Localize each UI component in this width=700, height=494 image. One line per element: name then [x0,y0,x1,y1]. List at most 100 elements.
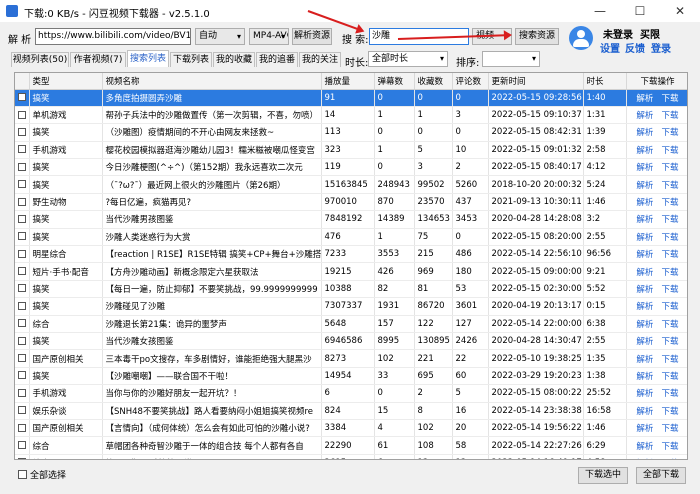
table-row[interactable]: 明星综合 【reaction | R1SE】R1SE特辑 搞笑+CP+舞台+沙雕搭… [15,245,687,264]
table-row[interactable]: 搞笑 当代沙雕男孩图鉴 7848192 14389 134653 3453 2020-04-… [15,210,687,229]
table-row[interactable]: 综合第153集 沙雕搞笑日常了2615613122022-05-14 16:49… [15,454,687,460]
download-link[interactable]: 下载 [662,250,679,260]
parse-link[interactable]: 解析 [636,215,653,225]
row-checkbox-cell[interactable] [15,297,30,316]
sort-select[interactable]: ▾ [482,51,540,67]
row-checkbox-cell[interactable] [15,436,30,455]
column-header-favorites[interactable]: 收藏数 [414,73,453,90]
download-link[interactable]: 下载 [662,320,679,330]
table-row[interactable]: 娱乐杂谈 【SNH48不要笑挑战】路人看要纳闷小姐姐搞笑视频re 824 15 8 16 2… [15,402,687,420]
table-row[interactable]: 野生动物 ?每日亿遍，疯猫再见? 970010 870 23570 437 2021-09-… [15,193,687,212]
row-checkbox[interactable] [18,110,26,119]
parse-link[interactable]: 解析 [636,355,653,365]
download-link[interactable]: 下载 [662,163,679,173]
parse-link[interactable]: 解析 [636,198,653,208]
table-row[interactable]: 搞笑 （沙雕图）疫情期间的不开心由网友来拯救~ 113 0 0 0 2022-05-15 0… [15,123,687,142]
parse-link[interactable]: 解析 [636,128,653,138]
row-checkbox[interactable] [18,180,26,189]
download-link[interactable]: 下载 [662,146,679,156]
parse-link[interactable]: 解析 [636,459,653,460]
search-resource-button[interactable]: 搜索资源 [515,28,559,45]
row-checkbox-cell[interactable] [15,262,30,281]
table-row[interactable]: 手机游戏 当你与你的沙雕好朋友一起开坑？！ 6 0 2 5 2022-05-15 08:00… [15,384,687,403]
parse-link[interactable]: 解析 [636,302,653,312]
parse-link[interactable]: 解析 [636,250,653,260]
minimize-button[interactable]: — [580,0,620,22]
close-button[interactable]: ✕ [660,0,700,22]
row-checkbox-cell[interactable] [15,367,30,386]
row-checkbox[interactable] [18,93,26,102]
row-checkbox[interactable] [18,406,26,415]
parse-link[interactable]: 解析 [636,320,653,330]
row-checkbox[interactable] [18,197,26,206]
row-checkbox-cell[interactable] [15,141,30,160]
parse-link[interactable]: 解析 [636,111,653,121]
table-row[interactable]: 综合 草帽团各种奇智沙雕于一体的组合技 每个人都有各自 22290 61 108 58 20… [15,436,687,455]
table-row[interactable]: 搞笑 【沙雕嘲嘲】——联合国不干啦！ 14954 33 695 60 2022-03-29 … [15,367,687,386]
tab-my-favorites[interactable]: 我的收藏 [213,52,255,67]
column-header-plays[interactable]: 播放量 [321,73,375,90]
table-row[interactable]: 搞笑 沙雕碰见了沙雕 7307337 1931 86720 3601 2020-04-19 … [15,297,687,316]
row-checkbox-cell[interactable] [15,175,30,194]
download-link[interactable]: 下载 [662,442,679,452]
table-row[interactable]: 搞笑 当代沙雕女孩图鉴 6946586 8995 130895 2426 2020-04-2… [15,332,687,351]
row-checkbox-cell[interactable] [15,454,30,459]
row-checkbox[interactable] [18,301,26,310]
parse-link[interactable]: 解析 [636,233,653,243]
parse-mode-select[interactable]: 自动 ▾ [195,28,245,45]
download-link[interactable]: 下载 [662,268,679,278]
download-all-button[interactable]: 全部下载 [636,467,686,484]
row-checkbox-cell[interactable] [15,193,30,212]
row-checkbox-cell[interactable] [15,349,30,368]
download-link[interactable]: 下载 [662,372,679,382]
download-link[interactable]: 下载 [662,302,679,312]
login-link[interactable]: 登录 [651,40,671,55]
row-checkbox[interactable] [18,267,26,276]
feedback-link[interactable]: 反馈 [625,40,645,55]
column-header-danmaku[interactable]: 弹幕数 [374,73,415,90]
table-row[interactable]: 国产原创相关 【言情向】（成何体统）怎么会有如此可怕的沙雕小说? 3384 4 102 2… [15,419,687,438]
row-checkbox[interactable] [18,162,26,171]
row-checkbox[interactable] [18,319,26,328]
table-row[interactable]: 搞笑 多角度拍摄圆弄沙雕 91 0 0 0 2022-05-15 09:28:56 1:40 解… [15,89,687,107]
download-link[interactable]: 下载 [662,459,679,460]
table-row[interactable]: 单机游戏 帮孙子兵法中的沙雕做置传（第一次剪辑，不喜，勿喷） 14 1 1 3 2022-0… [15,106,687,125]
row-checkbox[interactable] [18,145,26,154]
row-checkbox[interactable] [18,284,26,293]
parse-link[interactable]: 解析 [636,146,653,156]
avatar-icon[interactable] [569,26,593,50]
tab-search-list[interactable]: 搜索列表 [127,50,169,67]
download-link[interactable]: 下载 [662,407,679,417]
parse-link[interactable]: 解析 [636,163,653,173]
table-row[interactable]: 综合 沙雕退长第21集：诡异的噩梦声 5648 157 122 127 2022-05-14… [15,315,687,333]
row-checkbox[interactable] [18,354,26,363]
parse-link[interactable]: 解析 [636,337,653,347]
row-checkbox[interactable] [18,371,26,380]
download-link[interactable]: 下载 [662,424,679,434]
table-row[interactable]: 短片·手书·配音 【方舟沙雕动画】新概念限定六星获取法 19215 426 969 180… [15,262,687,281]
download-link[interactable]: 下载 [662,215,679,225]
download-link[interactable]: 下载 [662,198,679,208]
row-checkbox-cell[interactable] [15,402,30,420]
download-link[interactable]: 下载 [662,389,679,399]
column-header-duration[interactable]: 时长 [583,73,627,90]
row-checkbox-cell[interactable] [15,158,30,177]
table-row[interactable]: 搞笑 （¯?ω?¯）最近网上很火的沙雕图片（第26期） 15163845 248943… [15,175,687,194]
url-input[interactable]: https://www.bilibili.com/video/BV18 [35,28,191,45]
row-checkbox-cell[interactable] [15,228,30,247]
parse-link[interactable]: 解析 [636,94,653,104]
table-row[interactable]: 搞笑 【每日一遍，防止抑郁】不要笑挑战，99.9999999999 10388 82 8… [15,280,687,299]
parse-link[interactable]: 解析 [636,424,653,434]
tab-my-following[interactable]: 我的关注 [299,52,341,67]
column-header-title[interactable]: 视频名称 [102,73,322,90]
row-checkbox-cell[interactable] [15,280,30,299]
table-row[interactable]: 国产原创相关 三本毒干po文搜存，车多剧情好，谁能拒绝强大腿黑沙 8273 102 22… [15,349,687,368]
row-checkbox[interactable] [18,214,26,223]
row-checkbox[interactable] [18,127,26,136]
download-link[interactable]: 下载 [662,181,679,191]
table-row[interactable]: 搞笑 今日沙雕梗图(^÷^)（第152期）我永远喜欢二次元 119 0 3 2 2022-0… [15,158,687,177]
parse-link[interactable]: 解析 [636,442,653,452]
row-checkbox-cell[interactable] [15,106,30,125]
row-checkbox-cell[interactable] [15,123,30,142]
row-checkbox-cell[interactable] [15,419,30,438]
